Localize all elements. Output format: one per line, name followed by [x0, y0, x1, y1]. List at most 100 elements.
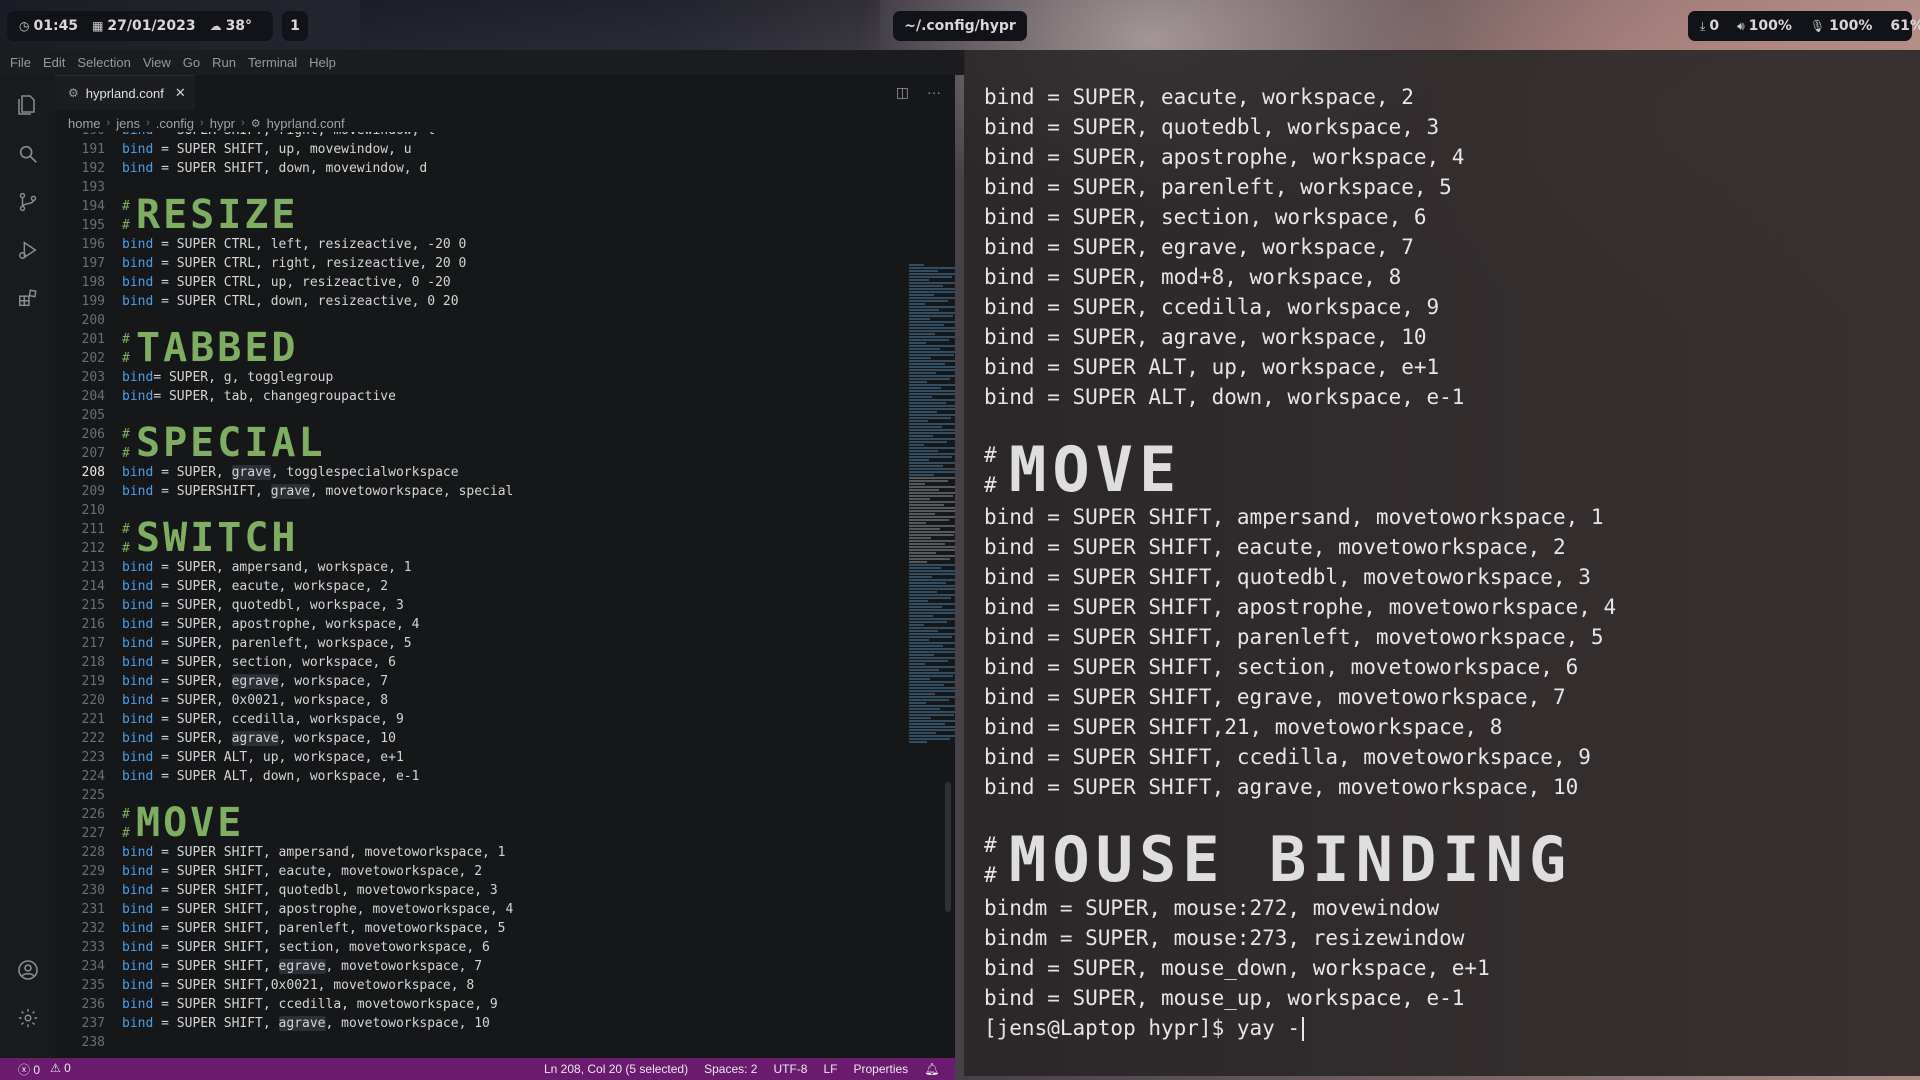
- line-number: 201: [81, 332, 105, 347]
- menu-view[interactable]: View: [143, 55, 171, 70]
- source-control-icon[interactable]: [14, 188, 42, 216]
- terminal-window[interactable]: # # MOVE # # MOUSE BINDING [jens@Laptop …: [964, 50, 1920, 1076]
- bell-icon[interactable]: 🔔︎: [924, 1062, 939, 1076]
- code-line: #: [122, 446, 130, 461]
- keyword: bind: [122, 769, 154, 784]
- minimap-line: [909, 444, 924, 446]
- keyword: bind: [122, 579, 154, 594]
- breadcrumb-item[interactable]: hyprland.conf: [267, 116, 345, 131]
- editor-tabs: ⚙ hyprland.conf ✕ ◫ ···: [55, 75, 955, 110]
- volume-widget[interactable]: 🔊︎ 100%: [1737, 18, 1792, 34]
- breadcrumb-item[interactable]: home: [68, 116, 101, 131]
- minimap-line: [909, 381, 927, 383]
- menu-go[interactable]: Go: [183, 55, 200, 70]
- minimap-line: [909, 420, 928, 422]
- menu-help[interactable]: Help: [309, 55, 336, 70]
- line-number: 211: [81, 522, 105, 537]
- minimap-line: [909, 606, 942, 608]
- clock-widget[interactable]: ◷ 01:45 ▦ 27/01/2023 ☁ 38°: [7, 11, 273, 41]
- account-icon[interactable]: [14, 956, 42, 984]
- code-line: bind = SUPER, ccedilla, workspace, 9: [122, 712, 404, 727]
- code-line: bind = SUPER SHIFT,0x0021, movetoworkspa…: [122, 978, 475, 993]
- minimap-line: [909, 474, 934, 476]
- extensions-icon[interactable]: [14, 284, 42, 312]
- minimap-line: [909, 582, 946, 584]
- line-number: 233: [81, 940, 105, 955]
- language-mode[interactable]: Properties: [853, 1062, 908, 1076]
- search-icon[interactable]: [14, 140, 42, 168]
- window-title: ~/.config/hypr: [893, 11, 1027, 41]
- split-editor-icon[interactable]: ◫: [896, 84, 909, 101]
- minimap-line: [909, 723, 945, 725]
- line-number: 190: [55, 132, 105, 140]
- download-icon: ⤓: [1700, 18, 1706, 33]
- minimap-line: [909, 459, 929, 461]
- code-line: bind = SUPER, 0x0021, workspace, 8: [122, 693, 389, 708]
- workspace-indicator[interactable]: 1: [282, 11, 308, 41]
- battery-widget[interactable]: 61%: [1890, 18, 1920, 34]
- code-lines: bind = SUPER SHIFT, right, movewindow, l…: [122, 132, 882, 1052]
- mic-widget[interactable]: 🎙︎ 100%: [1810, 18, 1873, 34]
- breadcrumb-item[interactable]: jens: [116, 116, 140, 131]
- editor-scrollbar[interactable]: [943, 182, 953, 1080]
- breadcrumb-item[interactable]: hypr: [210, 116, 235, 131]
- code-line: bind = SUPER, eacute, workspace, 2: [122, 579, 389, 594]
- minimap-line: [909, 450, 938, 452]
- menu-file[interactable]: File: [10, 55, 31, 70]
- code-line: bind = SUPER SHIFT, apostrophe, movetowo…: [122, 902, 514, 917]
- line-number: 217: [81, 636, 105, 651]
- chevron-right-icon: ›: [106, 117, 111, 129]
- problems-status[interactable]: ⓧ 0 ⚠ 0: [18, 1061, 71, 1078]
- terminal-line: bind = SUPER ALT, up, workspace, e+1: [984, 355, 1440, 379]
- terminal-line: bind = SUPER, apostrophe, workspace, 4: [984, 145, 1465, 169]
- highlighted-word: egrave: [278, 959, 326, 974]
- run-debug-icon[interactable]: [14, 236, 42, 264]
- highlighted-word: grave: [231, 465, 271, 480]
- menu-selection[interactable]: Selection: [77, 55, 130, 70]
- code-line: bind= SUPER, g, togglegroup: [122, 370, 334, 385]
- code-line: bind = SUPER CTRL, right, resizeactive, …: [122, 256, 467, 271]
- terminal-line: bindm = SUPER, mouse:272, movewindow: [984, 896, 1440, 920]
- code-line: bind = SUPER SHIFT, up, movewindow, u: [122, 142, 412, 157]
- settings-gear-icon[interactable]: [14, 1004, 42, 1032]
- more-actions-icon[interactable]: ···: [927, 84, 941, 101]
- encoding-status[interactable]: UTF-8: [773, 1062, 807, 1076]
- minimap-line: [909, 561, 927, 563]
- workspace-number: 1: [290, 18, 300, 34]
- line-number: 214: [81, 579, 105, 594]
- menu-run[interactable]: Run: [212, 55, 236, 70]
- chevron-right-icon: ›: [200, 117, 204, 129]
- line-number: 225: [81, 788, 105, 803]
- updates-widget[interactable]: ⤓ 0: [1700, 18, 1719, 34]
- line-number: 191: [81, 142, 105, 157]
- indentation-status[interactable]: Spaces: 2: [704, 1062, 757, 1076]
- highlighted-word: egrave: [231, 674, 279, 689]
- warning-icon: ⚠ 0: [50, 1060, 71, 1075]
- scrollbar-thumb[interactable]: [945, 782, 951, 912]
- terminal-line: bind = SUPER, mouse_down, workspace, e+1: [984, 956, 1490, 980]
- explorer-icon[interactable]: [14, 91, 42, 119]
- weather-icon: ☁: [209, 19, 222, 33]
- tab-hyprland-conf[interactable]: ⚙ hyprland.conf ✕: [55, 75, 195, 110]
- shell-prompt[interactable]: [jens@Laptop hypr]$ yay -: [984, 1013, 1305, 1043]
- minimap-line: [909, 513, 935, 515]
- close-icon[interactable]: ✕: [175, 85, 186, 101]
- menu-edit[interactable]: Edit: [43, 55, 65, 70]
- breadcrumb-item[interactable]: .config: [156, 116, 194, 131]
- minimap-line: [909, 708, 940, 710]
- terminal-line: bind = SUPER, quotedbl, workspace, 3: [984, 115, 1440, 139]
- keyword: bind: [122, 959, 154, 974]
- keyword: bind: [122, 275, 154, 290]
- eol-status[interactable]: LF: [823, 1062, 837, 1076]
- line-number: 216: [81, 617, 105, 632]
- minimap-line: [909, 522, 926, 524]
- line-number: 202: [81, 351, 105, 366]
- cursor-position[interactable]: Ln 208, Col 20 (5 selected): [544, 1062, 688, 1076]
- menu-terminal[interactable]: Terminal: [248, 55, 297, 70]
- line-number: 193: [81, 180, 105, 195]
- code-editor[interactable]: 190 191 192 193 194 195 196 197 198 199 200 201 202 2…: [55, 132, 955, 1058]
- terminal-line: bindm = SUPER, mouse:273, resizewindow: [984, 926, 1465, 950]
- minimap-line: [909, 318, 930, 320]
- line-number: 209: [81, 484, 105, 499]
- menu-bar: File Edit Selection View Go Run Terminal…: [0, 50, 965, 75]
